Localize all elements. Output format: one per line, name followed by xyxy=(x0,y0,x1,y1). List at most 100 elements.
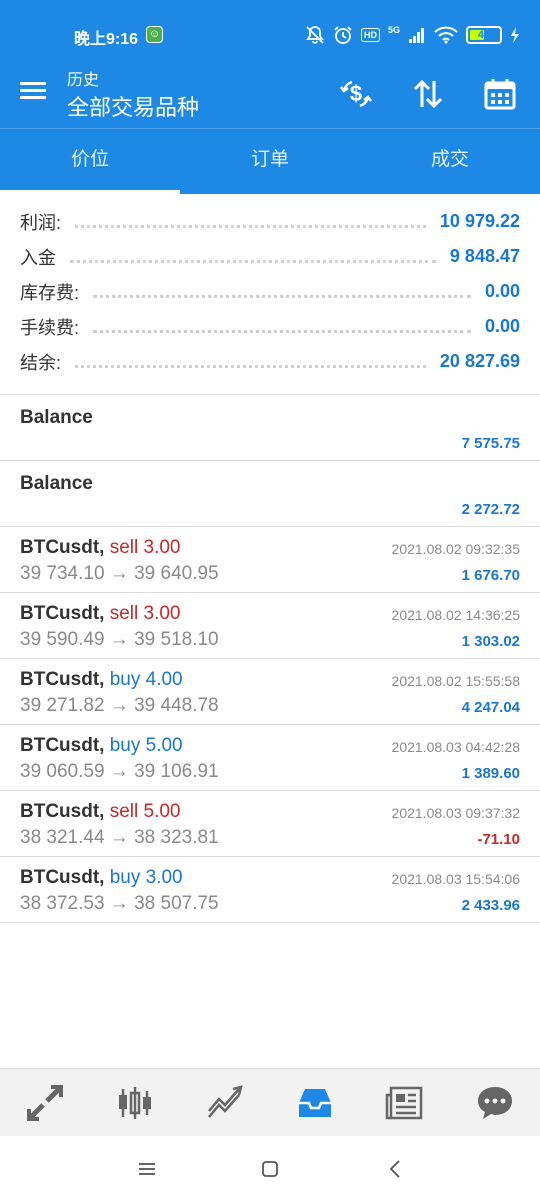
history-icon xyxy=(299,1088,331,1117)
deal-datetime: 2021.08.03 04:42:28 xyxy=(391,739,520,755)
status-bar: 晚上9:16 ☺ HD 5G 44 xyxy=(0,0,540,60)
dotted-leader xyxy=(75,225,426,228)
summary-value: 20 827.69 xyxy=(439,351,520,371)
summary-label: 手续费: xyxy=(20,317,80,338)
deal-datetime: 2021.08.03 09:37:32 xyxy=(391,805,520,821)
messages-icon xyxy=(478,1086,512,1119)
deal-row[interactable]: BTCusdt, sell 3.00 39 590.49 → 39 518.10… xyxy=(0,593,540,659)
deal-symbol: BTCusdt, xyxy=(20,735,105,756)
deal-profit: 1 303.02 xyxy=(461,633,520,650)
home-icon xyxy=(262,1161,278,1177)
quotes-icon xyxy=(27,1084,63,1121)
deal-action: buy 4.00 xyxy=(109,669,183,690)
summary-value: 0.00 xyxy=(484,316,520,336)
balance-label: Balance xyxy=(20,407,93,428)
dotted-leader xyxy=(70,260,436,263)
calendar-icon xyxy=(484,79,516,110)
charging-icon xyxy=(511,27,519,43)
network-label: 5G xyxy=(387,25,400,35)
back-icon xyxy=(389,1160,400,1178)
balance-row[interactable]: Balance 2 272.72 xyxy=(0,461,540,527)
deal-profit: 1 389.60 xyxy=(461,765,520,782)
summary-row-balance: 结余: 20 827.69 xyxy=(0,344,540,379)
deal-symbol: BTCusdt, xyxy=(20,537,105,558)
deal-list: Balance 7 575.75 Balance 2 272.72 BTCusd… xyxy=(0,395,540,923)
tab-positions[interactable]: 价位 xyxy=(0,129,180,194)
dotted-leader xyxy=(93,330,471,333)
chart-icon xyxy=(119,1086,151,1119)
deal-datetime: 2021.08.02 15:55:58 xyxy=(391,673,520,689)
deal-datetime: 2021.08.02 09:32:35 xyxy=(391,541,520,557)
deal-row[interactable]: BTCusdt, buy 4.00 39 271.82 → 39 448.78 … xyxy=(0,659,540,725)
summary-label: 结余: xyxy=(20,352,62,373)
recent-apps-button[interactable] xyxy=(132,1154,162,1184)
balance-row[interactable]: Balance 7 575.75 xyxy=(0,395,540,461)
deal-action: sell 3.00 xyxy=(109,537,181,558)
summary-value: 0.00 xyxy=(484,281,520,301)
hd-icon: HD xyxy=(360,28,380,42)
deal-prices: 38 321.44 → 38 323.81 xyxy=(20,827,219,848)
balance-label: Balance xyxy=(20,473,93,494)
deal-action: sell 5.00 xyxy=(109,801,181,822)
deal-row[interactable]: BTCusdt, sell 5.00 38 321.44 → 38 323.81… xyxy=(0,791,540,857)
nav-messages[interactable] xyxy=(450,1069,540,1136)
deal-symbol: BTCusdt, xyxy=(20,867,105,888)
svg-text:$: $ xyxy=(350,81,362,106)
menu-icon-line xyxy=(20,82,46,85)
summary-label: 入金 xyxy=(20,247,56,268)
battery-icon: 44 xyxy=(466,26,502,44)
sort-button[interactable] xyxy=(404,70,452,118)
nav-chart[interactable] xyxy=(90,1069,180,1136)
deal-action: buy 3.00 xyxy=(109,867,183,888)
page-subtitle: 历史 xyxy=(67,72,100,89)
dotted-leader xyxy=(75,365,426,368)
page-title[interactable]: 全部交易品种 xyxy=(67,90,199,122)
app-notification-icon: ☺ xyxy=(146,26,163,43)
calendar-button[interactable] xyxy=(476,70,524,118)
bottom-nav xyxy=(0,1068,540,1136)
recent-apps-icon xyxy=(139,1163,155,1175)
summary-row-deposit: 入金 9 848.47 xyxy=(0,239,540,274)
summary-value: 10 979.22 xyxy=(439,211,520,231)
sort-icon xyxy=(413,79,443,109)
menu-icon-line xyxy=(20,96,46,99)
menu-button[interactable] xyxy=(20,78,56,108)
deal-profit: 4 247.04 xyxy=(461,699,520,716)
status-icons: HD 5G 44 xyxy=(305,24,520,46)
summary-row-profit: 利润: 10 979.22 xyxy=(0,204,540,239)
deal-row[interactable]: BTCusdt, buy 3.00 38 372.53 → 38 507.75 … xyxy=(0,857,540,923)
deal-prices: 39 734.10 → 39 640.95 xyxy=(20,563,219,584)
deal-symbol: BTCusdt, xyxy=(20,801,105,822)
tab-orders[interactable]: 订单 xyxy=(180,129,360,194)
news-icon xyxy=(385,1086,423,1119)
deal-profit: 1 676.70 xyxy=(461,567,520,584)
tab-deals[interactable]: 成交 xyxy=(360,129,540,194)
status-time: 晚上9:16 xyxy=(74,31,139,48)
deal-profit: 2 433.96 xyxy=(461,897,520,914)
deal-row[interactable]: BTCusdt, buy 5.00 39 060.59 → 39 106.91 … xyxy=(0,725,540,791)
summary-row-commission: 手续费: 0.00 xyxy=(0,309,540,344)
system-nav-bar xyxy=(0,1136,540,1200)
wifi-icon xyxy=(434,26,458,44)
trade-icon xyxy=(208,1084,243,1118)
nav-trade[interactable] xyxy=(180,1069,270,1136)
nav-history[interactable] xyxy=(270,1069,360,1136)
back-button[interactable] xyxy=(380,1154,410,1184)
currency-exchange-button[interactable]: $ xyxy=(332,70,380,118)
summary-panel: 利润: 10 979.22 入金 9 848.47 库存费: 0.00 手续费:… xyxy=(0,204,540,379)
nav-news[interactable] xyxy=(360,1069,450,1136)
deal-prices: 39 590.49 → 39 518.10 xyxy=(20,629,219,650)
deal-symbol: BTCusdt, xyxy=(20,669,105,690)
summary-value: 9 848.47 xyxy=(449,246,520,266)
deal-row[interactable]: BTCusdt, sell 3.00 39 734.10 → 39 640.95… xyxy=(0,527,540,593)
nav-quotes[interactable] xyxy=(0,1069,90,1136)
currency-exchange-icon: $ xyxy=(340,80,372,108)
tab-bar: 价位 订单 成交 xyxy=(0,128,540,194)
deal-datetime: 2021.08.03 15:54:06 xyxy=(391,871,520,887)
menu-icon-line xyxy=(20,89,46,92)
home-button[interactable] xyxy=(255,1154,285,1184)
app-bar: 历史 全部交易品种 $ xyxy=(0,60,540,128)
deal-prices: 39 060.59 → 39 106.91 xyxy=(20,761,219,782)
deal-action: buy 5.00 xyxy=(109,735,183,756)
summary-label: 库存费: xyxy=(20,282,80,303)
